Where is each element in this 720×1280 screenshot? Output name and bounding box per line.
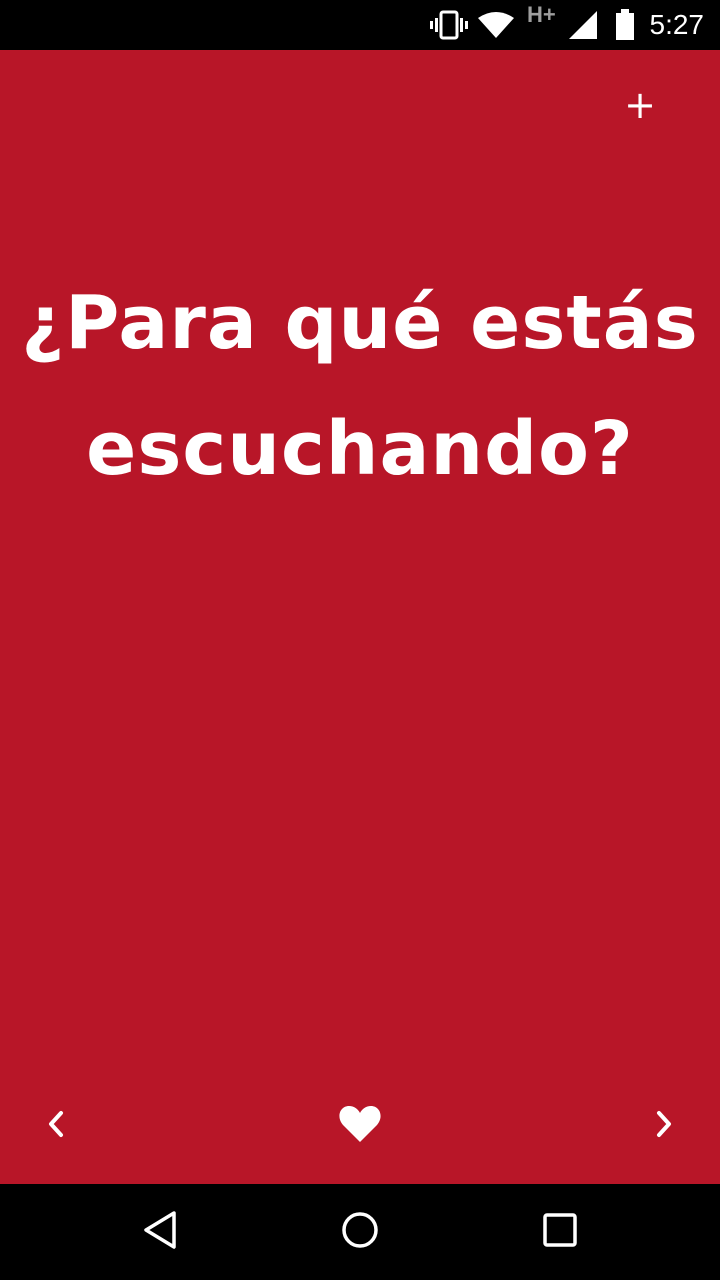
heart-icon [338, 1104, 382, 1148]
card-navigation [0, 1086, 720, 1166]
home-icon [341, 1211, 379, 1253]
question-text: ¿Para qué estás escuchando? [21, 280, 699, 492]
home-button[interactable] [310, 1184, 410, 1280]
favorite-button[interactable] [320, 1086, 400, 1166]
chevron-right-icon [653, 1109, 675, 1143]
network-type-label: H+ [527, 2, 556, 27]
next-button[interactable] [624, 1086, 704, 1166]
vibrate-icon [430, 0, 468, 50]
system-navigation-bar [0, 1184, 720, 1280]
signal-icon [567, 0, 599, 50]
clock: 5:27 [649, 9, 705, 40]
back-button[interactable] [110, 1184, 210, 1280]
recents-button[interactable] [510, 1184, 610, 1280]
question-card: + ¿Para qué estás escuchando? [0, 50, 720, 1184]
wifi-icon [477, 0, 515, 50]
chevron-left-icon [45, 1109, 67, 1143]
add-button[interactable]: + [620, 80, 660, 130]
previous-button[interactable] [16, 1086, 96, 1166]
back-icon [142, 1210, 178, 1254]
battery-icon [614, 0, 636, 50]
status-bar: H+ 5:27 [0, 0, 720, 50]
recents-icon [543, 1213, 577, 1251]
